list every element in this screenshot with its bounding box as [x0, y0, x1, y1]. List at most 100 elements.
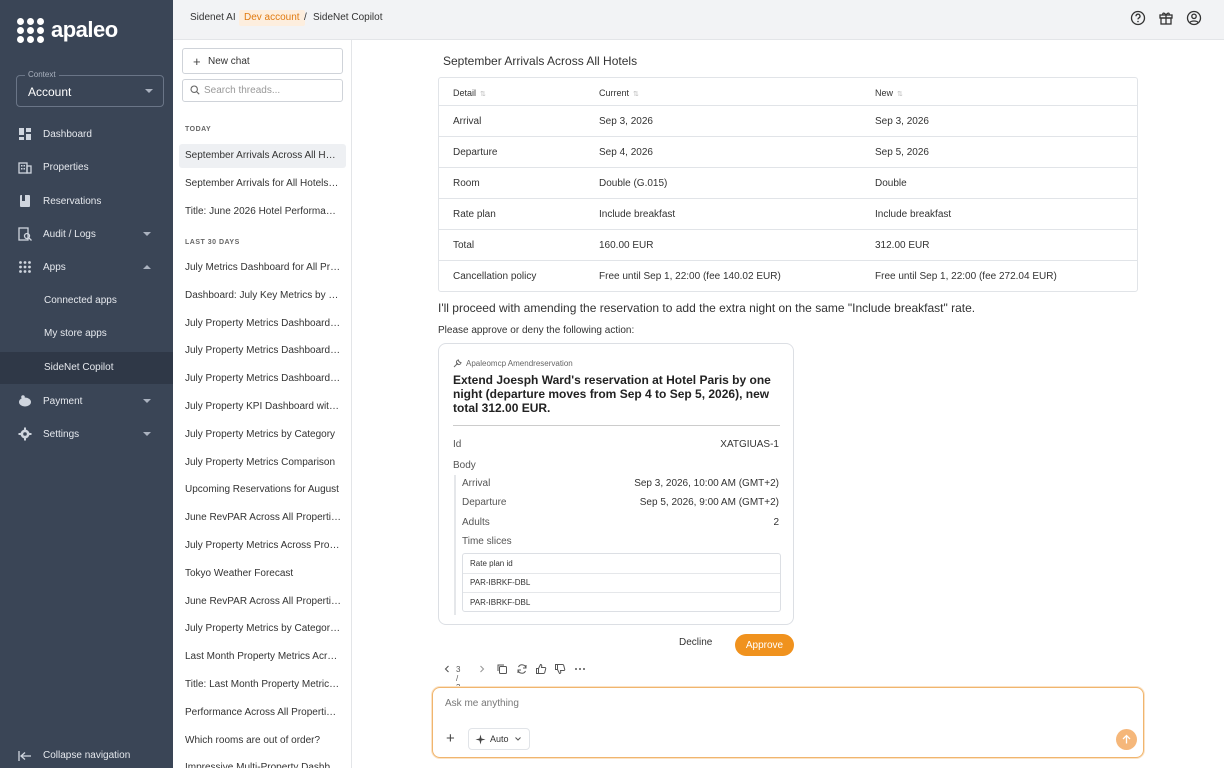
nav-sub-label: SideNet Copilot [44, 362, 114, 373]
thread-item[interactable]: Tokyo Weather Forecast [179, 562, 346, 586]
nav-sub-connected-apps[interactable]: Connected apps [0, 285, 173, 317]
table-row: Departure Sep 4, 2026 Sep 5, 2026 [439, 137, 1137, 168]
model-mode-select[interactable]: Auto [468, 728, 530, 750]
chat-input[interactable] [445, 698, 1105, 718]
thread-title: Last Month Property Metrics Across All [185, 651, 341, 663]
thread-item[interactable]: July Property KPI Dashboard with Charts [179, 395, 346, 419]
nav-label: Properties [43, 161, 89, 173]
new-chat-button[interactable]: + New chat [182, 48, 343, 74]
nav-sub-sidenet-copilot[interactable]: SideNet Copilot [0, 352, 173, 384]
action-title: Extend Joesph Ward's reservation at Hote… [453, 373, 771, 415]
thread-title: Upcoming Reservations for August [185, 484, 339, 496]
table-cell: 312.00 EUR [875, 240, 930, 251]
thread-title: July Property KPI Dashboard with Charts [185, 401, 341, 412]
thread-item[interactable]: July Property Metrics by Category Overvi… [179, 617, 346, 641]
thread-item[interactable]: Which rooms are out of order? [179, 729, 346, 753]
nav-label: Reservations [43, 195, 102, 207]
thread-item[interactable]: July Property Metrics Comparison [179, 451, 346, 475]
table-row: Total 160.00 EUR 312.00 EUR [439, 230, 1137, 261]
adults-value: 2 [773, 517, 779, 528]
thread-item[interactable]: Impressive Multi-Property Dashboard [179, 756, 346, 768]
section-last30-label: LAST 30 DAYS [185, 239, 240, 246]
search-threads-input[interactable] [204, 83, 339, 98]
nav-item-settings[interactable]: Settings [0, 418, 173, 450]
table-cell: Sep 5, 2026 [875, 147, 929, 158]
decline-button[interactable]: Decline [679, 637, 712, 648]
sparkle-icon [475, 734, 486, 745]
help-icon[interactable] [1130, 10, 1146, 26]
nav-item-audit-logs[interactable]: Audit / Logs [0, 218, 173, 250]
thread-item[interactable]: Dashboard: July Key Metrics by Property [179, 284, 346, 308]
approve-button[interactable]: Approve [735, 634, 794, 656]
thread-item[interactable]: July Property Metrics Dashboard Summary [179, 339, 346, 363]
breadcrumb-org[interactable]: Sidenet AI [190, 12, 236, 23]
thread-item[interactable]: Upcoming Reservations for August [179, 478, 346, 502]
thread-item[interactable]: September Arrivals for All Hotels In Sep… [179, 172, 346, 196]
nav-item-payment[interactable]: Payment [0, 385, 173, 417]
table-cell: Sep 3, 2026 [875, 116, 929, 127]
thread-title: Title: June 2026 Hotel Performance [185, 205, 341, 217]
nav-item-properties[interactable]: Properties [0, 151, 173, 183]
table-cell: Free until Sep 1, 22:00 (fee 272.04 EUR) [875, 271, 1057, 282]
send-button[interactable] [1116, 729, 1137, 750]
thread-item[interactable]: July Property Metrics Dashboard Report [179, 367, 346, 391]
copy-icon[interactable] [496, 663, 508, 675]
attach-plus-icon[interactable]: + [446, 730, 455, 747]
column-header-new[interactable]: New ⇅ [875, 88, 903, 98]
collapse-navigation-button[interactable]: Collapse navigation [0, 744, 173, 768]
thread-title: June RevPAR Across All Properties [185, 512, 341, 524]
nav-label: Apps [43, 261, 66, 273]
thread-item[interactable]: Last Month Property Metrics Across All [179, 645, 346, 669]
user-account-icon[interactable] [1186, 10, 1202, 26]
column-header-current[interactable]: Current ⇅ [599, 88, 639, 98]
table-cell: 160.00 EUR [599, 240, 654, 251]
nav-item-apps[interactable]: Apps [0, 251, 173, 283]
nav-item-dashboard[interactable]: Dashboard [0, 118, 173, 150]
column-header-detail[interactable]: Detail ⇅ [453, 88, 486, 98]
thread-item[interactable]: September Arrivals Across All Hotels [179, 144, 346, 168]
thumbs-up-icon[interactable] [535, 663, 547, 675]
chevron-left-icon[interactable] [443, 663, 451, 675]
table-row: Rate plan Include breakfast Include breakf… [439, 199, 1137, 230]
thread-item[interactable]: July Property Metrics by Category [179, 423, 346, 447]
caret-down-icon [143, 232, 151, 236]
gear-icon [18, 427, 32, 441]
thread-item[interactable]: July Property Metrics Across Properties [179, 534, 346, 558]
comparison-title: September Arrivals Across All Hotels [443, 54, 638, 68]
caret-up-icon [143, 265, 151, 269]
thumbs-down-icon[interactable] [554, 663, 566, 675]
thread-item[interactable]: July Property Metrics Dashboard Overview [179, 312, 346, 336]
context-label: Context [25, 70, 59, 79]
apps-icon [19, 261, 31, 273]
brand-logo[interactable]: apaleo [17, 16, 118, 44]
wrench-icon [453, 359, 462, 368]
dev-account-badge[interactable]: Dev account [239, 10, 305, 26]
thread-title: June RevPAR Across All Properties [185, 595, 341, 607]
chevron-right-icon[interactable] [478, 663, 486, 675]
caret-down-icon [143, 399, 151, 403]
section-today-label: TODAY [185, 126, 212, 133]
more-options-icon[interactable] [574, 663, 586, 675]
thread-item[interactable]: Performance Across All Properties Report [179, 701, 346, 725]
assistant-message: I'll proceed with amending the reservati… [438, 301, 976, 315]
thread-item[interactable]: June RevPAR Across All Properties [179, 506, 346, 530]
thread-item[interactable]: June RevPAR Across All Properties [179, 590, 346, 614]
context-select[interactable]: Context Account [16, 70, 164, 107]
thread-item[interactable]: Title: Last Month Property Metrics Summa… [179, 673, 346, 697]
arrow-up-icon [1122, 734, 1131, 744]
nav-sub-my-store-apps[interactable]: My store apps [0, 318, 173, 350]
caret-down-icon [145, 89, 153, 93]
nav-item-reservations[interactable]: Reservations [0, 185, 173, 217]
arrival-value: Sep 3, 2026, 10:00 AM (GMT+2) [634, 478, 779, 489]
thread-title: July Property Metrics by Category Overvi… [185, 623, 341, 635]
chat-main: September Arrivals Across All Hotels Det… [352, 40, 1224, 768]
adults-label: Adults [462, 517, 490, 528]
thread-item[interactable]: July Metrics Dashboard for All Propertie… [179, 256, 346, 280]
context-value: Account [28, 85, 72, 99]
thread-search [182, 79, 343, 102]
regenerate-icon[interactable] [516, 663, 528, 675]
thread-title: Impressive Multi-Property Dashboard [185, 762, 341, 768]
thread-item[interactable]: Title: June 2026 Hotel Performance [179, 200, 346, 224]
table-row: Room Double (G.015) Double [439, 168, 1137, 199]
gift-icon[interactable] [1158, 10, 1174, 26]
